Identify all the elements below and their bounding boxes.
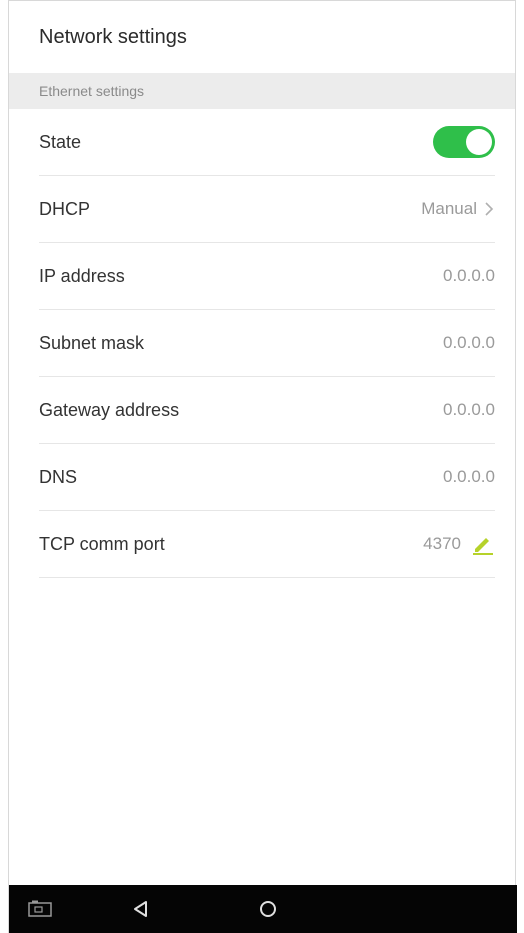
dns-label: DNS [39,466,78,487]
state-toggle[interactable] [433,126,495,158]
dns-value: 0.0.0.0 [443,467,495,486]
row-subnet-mask[interactable]: Subnet mask 0.0.0.0 [39,310,495,377]
page-title: Network settings [39,25,187,48]
tcp-comm-port-value-group[interactable]: 4370 [423,532,495,556]
row-dhcp[interactable]: DHCP Manual [39,176,495,243]
tcp-comm-port-label: TCP comm port [39,533,165,554]
dhcp-label: DHCP [39,198,91,219]
toggle-knob [466,129,492,155]
subnet-mask-value: 0.0.0.0 [443,333,495,352]
dhcp-value: Manual [421,199,477,218]
ip-address-value: 0.0.0.0 [443,266,495,285]
section-header-ethernet: Ethernet settings [9,73,515,109]
row-gateway-address[interactable]: Gateway address 0.0.0.0 [39,377,495,444]
gateway-address-label: Gateway address [39,399,180,420]
home-icon[interactable] [255,897,281,921]
row-tcp-comm-port[interactable]: TCP comm port 4370 [39,511,495,578]
subnet-mask-label: Subnet mask [39,332,145,353]
gateway-address-value: 0.0.0.0 [443,400,495,419]
row-dns[interactable]: DNS 0.0.0.0 [39,444,495,511]
header: Network settings [9,1,515,73]
settings-list: State DHCP Manual IP address 0.0.0.0 Sub… [9,109,515,578]
section-label: Ethernet settings [39,83,145,99]
row-state[interactable]: State [39,109,495,176]
chevron-right-icon [485,202,494,216]
row-ip-address[interactable]: IP address 0.0.0.0 [39,243,495,310]
network-settings-screen: Network settings Ethernet settings State… [8,0,517,933]
dhcp-value-group[interactable]: Manual [421,199,495,219]
pencil-icon[interactable] [471,532,495,556]
state-label: State [39,131,82,152]
system-navigation-bar [9,885,517,933]
screenshot-icon[interactable] [27,897,53,921]
tcp-comm-port-value: 4370 [423,534,461,553]
ip-address-label: IP address [39,265,125,286]
back-icon[interactable] [128,897,154,921]
